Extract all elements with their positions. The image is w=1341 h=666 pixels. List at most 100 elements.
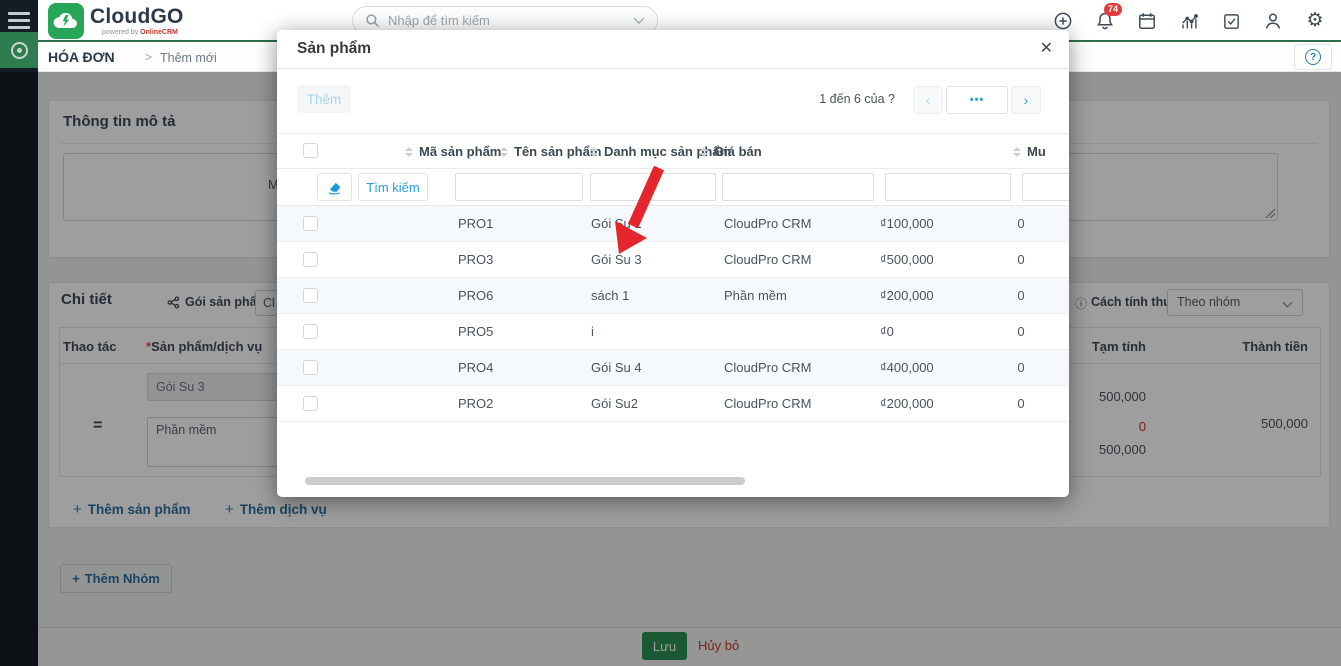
pagination-prev-button[interactable]: ‹ [913,86,943,114]
calendar-icon[interactable] [1137,11,1157,31]
pagination-more-button[interactable]: ••• [946,86,1008,114]
product-table-body: PRO1 Gói Su 1 CloudPro CRM ₫100,000 0 PRO3 Gói… [277,206,1069,422]
cell-product-qty: 0 [1013,360,1029,375]
cell-product-name: sách 1 [591,288,629,303]
search-icon [365,13,380,28]
column-header-label: Tên sản phẩm [514,144,601,159]
cell-product-name: Gói Su 4 [591,360,642,375]
breadcrumb-separator: > [145,50,152,64]
cell-product-name: Gói Su 1 [591,216,642,231]
table-row[interactable]: PRO3Gói Su 3CloudPro CRM₫500,0000 [277,242,1069,278]
breadcrumb-section[interactable]: HÓA ĐƠN [48,49,115,65]
column-header-label: Giá bán [714,144,762,159]
pagination-next-button[interactable]: › [1011,86,1041,114]
cell-product-qty: 0 [1013,324,1029,339]
product-modal: Sản phẩm ✕ Thêm 1 đến 6 của ? ‹ ••• › Mã… [277,30,1069,497]
cell-product-name: Gói Su2 [591,396,638,411]
cell-product-category: CloudPro CRM [724,216,811,231]
filter-input-0[interactable] [455,173,583,201]
breadcrumb-page: Thêm mới [160,51,217,65]
cell-product-qty: 0 [1013,252,1029,267]
column-header[interactable]: Tên sản phẩm [500,144,601,159]
column-header-label: Mã sản phẩm [419,144,501,159]
target-icon [11,42,28,59]
pagination-summary: 1 đến 6 của ? [819,92,895,106]
cell-product-price: ₫0 [880,324,894,339]
cell-product-code: PRO6 [458,288,493,303]
logo-sub-brand: OnlineCRM [140,29,178,36]
table-row[interactable]: PRO1 Gói Su 1 CloudPro CRM ₫100,000 0 [277,206,1069,242]
bell-icon[interactable]: 74 [1095,11,1115,31]
cell-product-price: ₫200,000 [880,396,934,411]
clear-filter-button[interactable] [317,173,352,201]
chevron-down-icon[interactable] [633,17,645,24]
cell-product-code: PRO2 [458,396,493,411]
cell-product-category: CloudPro CRM [724,360,811,375]
sidebar-item-active[interactable] [0,32,38,68]
table-row[interactable]: PRO6 sách 1 Phần mềm ₫200,000 0 [277,278,1069,314]
sort-icon [500,147,508,157]
filter-input-4[interactable] [1022,173,1069,201]
cell-product-category: CloudPro CRM [724,396,811,411]
help-icon: ? [1305,49,1321,65]
cell-product-qty: 0 [1013,288,1029,303]
cell-product-qty: 0 [1013,216,1029,231]
row-checkbox[interactable] [303,324,318,339]
select-all-checkbox[interactable] [303,143,318,158]
cloudgo-logo-icon[interactable] [48,3,84,39]
row-checkbox[interactable] [303,396,318,411]
help-button[interactable]: ? [1294,44,1332,70]
topbar-icons: 74 ⚙ [1053,0,1325,42]
analytics-icon[interactable] [1179,11,1199,31]
search-input[interactable] [388,13,625,28]
column-header[interactable]: Mã sản phẩm [405,144,501,159]
cell-product-category: Phần mềm [724,288,787,303]
cell-product-code: PRO1 [458,216,493,231]
cell-product-name: Gói Su 3 [591,252,642,267]
row-checkbox[interactable] [303,216,318,231]
logo-subtitle: powered by OnlineCRM [102,29,178,36]
filter-row: Tìm kiếm [277,169,1069,206]
cell-product-price: ₫200,000 [880,288,934,303]
filter-input-2[interactable] [722,173,874,201]
eraser-icon [326,179,343,196]
cell-product-code: PRO4 [458,360,493,375]
close-icon[interactable]: ✕ [1040,38,1053,58]
filter-input-3[interactable] [885,173,1011,201]
cell-product-price: ₫100,000 [880,216,934,231]
hamburger-menu-icon[interactable] [8,12,30,29]
search-filter-button[interactable]: Tìm kiếm [358,173,428,201]
app-window: CloudGO powered by OnlineCRM 74 [0,0,1341,666]
modal-add-button[interactable]: Thêm [297,85,351,113]
filter-input-1[interactable] [590,173,716,201]
table-row[interactable]: PRO2 Gói Su2 CloudPro CRM ₫200,000 0 [277,386,1069,422]
sort-icon [590,147,598,157]
sort-icon [1013,147,1021,157]
row-checkbox[interactable] [303,288,318,303]
tasks-icon[interactable] [1221,11,1241,31]
cell-product-code: PRO3 [458,252,493,267]
table-row[interactable]: PRO4 Gói Su 4 CloudPro CRM ₫400,000 0 [277,350,1069,386]
modal-title: Sản phẩm [297,40,371,58]
cell-product-code: PRO5 [458,324,493,339]
row-checkbox[interactable] [303,252,318,267]
column-header[interactable]: Giá bán [700,144,762,159]
divider [277,68,1069,69]
product-table-header: Mã sản phẩmTên sản phẩmDanh mục sản phẩm… [277,133,1069,169]
table-row[interactable]: PRO5 i ₫0 0 [277,314,1069,350]
plus-circle-icon[interactable] [1053,11,1073,31]
sort-icon [405,147,413,157]
pagination: ‹ ••• › [913,86,1041,114]
column-header[interactable]: Mu [1013,144,1046,159]
horizontal-scrollbar[interactable] [305,477,745,485]
cell-product-qty: 0 [1013,396,1029,411]
column-header-label: Mu [1027,144,1046,159]
cell-product-name: i [591,324,594,339]
sort-icon [700,147,708,157]
row-checkbox[interactable] [303,360,318,375]
logo-text: CloudGO [90,5,184,29]
gear-icon[interactable]: ⚙ [1305,11,1325,31]
user-icon[interactable] [1263,11,1283,31]
notification-badge: 74 [1104,3,1122,16]
cell-product-price: ₫400,000 [880,360,934,375]
